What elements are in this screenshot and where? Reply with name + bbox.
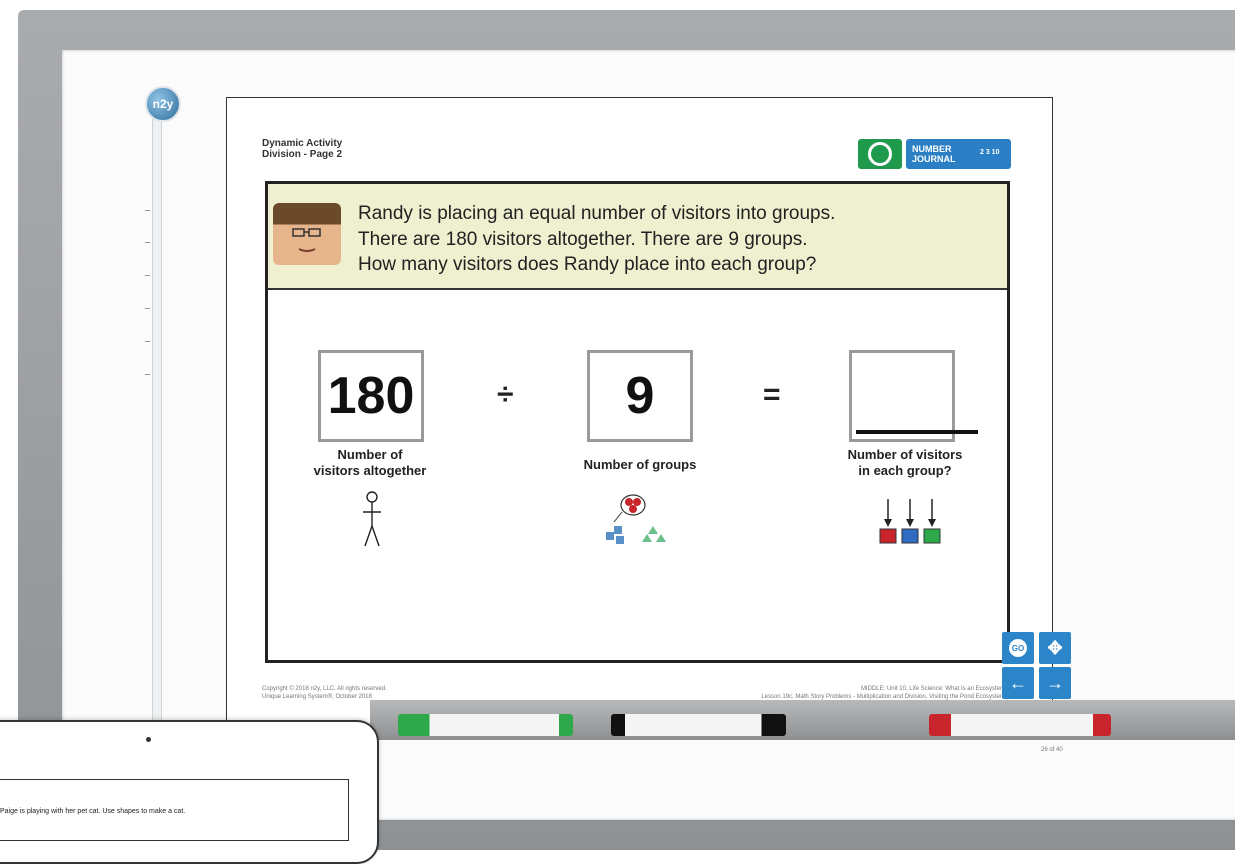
arrow-left-icon: ← [1009, 672, 1027, 693]
randy-avatar [273, 203, 341, 265]
answer-caption-line2: in each group? [858, 463, 952, 478]
next-page-button[interactable]: → [1039, 667, 1071, 699]
refresh-button[interactable] [858, 139, 902, 169]
dividend-caption-line2: visitors altogether [313, 463, 427, 478]
ruler-tick [145, 275, 150, 276]
divisor-box[interactable]: 9 [587, 350, 693, 442]
footer-right-line1: MIDDLE: Unit 10, Life Science: What Is a… [860, 686, 1005, 692]
divide-symbol: ÷ [497, 378, 514, 411]
equals-symbol: = [763, 378, 781, 411]
go-label: GO [1009, 639, 1027, 657]
page-counter: 26 of 40 [1041, 747, 1063, 753]
journal-numbers: 2 3 10 [980, 149, 1000, 156]
page-title-line2: Division - Page 2 [262, 149, 343, 160]
ruler-tick [145, 210, 150, 211]
green-marker[interactable] [398, 714, 573, 736]
each-group-icon [879, 499, 941, 544]
footer-copyright: Copyright © 2018 n2y, LLC. All rights re… [262, 685, 387, 701]
story-line-3: How many visitors does Randy place into … [358, 254, 817, 275]
answer-box[interactable] [849, 350, 955, 442]
dividend-caption: Number of visitors altogether [295, 447, 445, 479]
arrow-right-icon: → [1046, 672, 1064, 693]
footer-left-line2: Unique Learning System®, October 2018 [262, 694, 372, 700]
move-button[interactable]: ✥ [1039, 632, 1071, 664]
ruler-tick [145, 308, 150, 309]
face-icon [292, 228, 321, 252]
number-journal-button[interactable]: NUMBER JOURNAL 2 3 10 [906, 139, 1011, 169]
tablet-story-text: Paige is playing with her pet cat. Use s… [0, 808, 186, 815]
ruler-tick [145, 374, 150, 375]
divisor-caption: Number of groups [583, 457, 697, 472]
move-icon: ✥ [1047, 637, 1063, 658]
ruler-tick [145, 242, 150, 243]
footer-lesson-info: MIDDLE: Unit 10, Life Science: What Is a… [725, 685, 1005, 701]
refresh-icon [868, 142, 892, 166]
dividend-box[interactable]: 180 [318, 350, 424, 442]
page-title-line1: Dynamic Activity [262, 138, 343, 149]
story-line-1: Randy is placing an equal number of visi… [358, 203, 836, 224]
groups-icon [606, 494, 666, 544]
vertical-ruler [152, 100, 162, 740]
go-button[interactable]: GO [1002, 632, 1034, 664]
n2y-logo: n2y [145, 86, 181, 122]
logo-text: n2y [152, 97, 174, 111]
ruler-tick [145, 341, 150, 342]
answer-caption-line1: Number of visitors [847, 447, 963, 462]
page-title: Dynamic Activity Division - Page 2 [262, 138, 342, 160]
dividend-caption-line1: Number of [337, 447, 403, 462]
story-line-2: There are 180 visitors altogether. There… [358, 229, 808, 250]
person-icon [363, 491, 381, 547]
previous-page-button[interactable]: ← [1002, 667, 1034, 699]
camera-icon [146, 737, 151, 742]
answer-caption: Number of visitors in each group? [825, 447, 985, 479]
answer-line [856, 430, 978, 434]
red-marker[interactable] [929, 714, 1111, 736]
footer-left-line1: Copyright © 2018 n2y, LLC. All rights re… [262, 686, 387, 692]
black-marker[interactable] [611, 714, 786, 736]
